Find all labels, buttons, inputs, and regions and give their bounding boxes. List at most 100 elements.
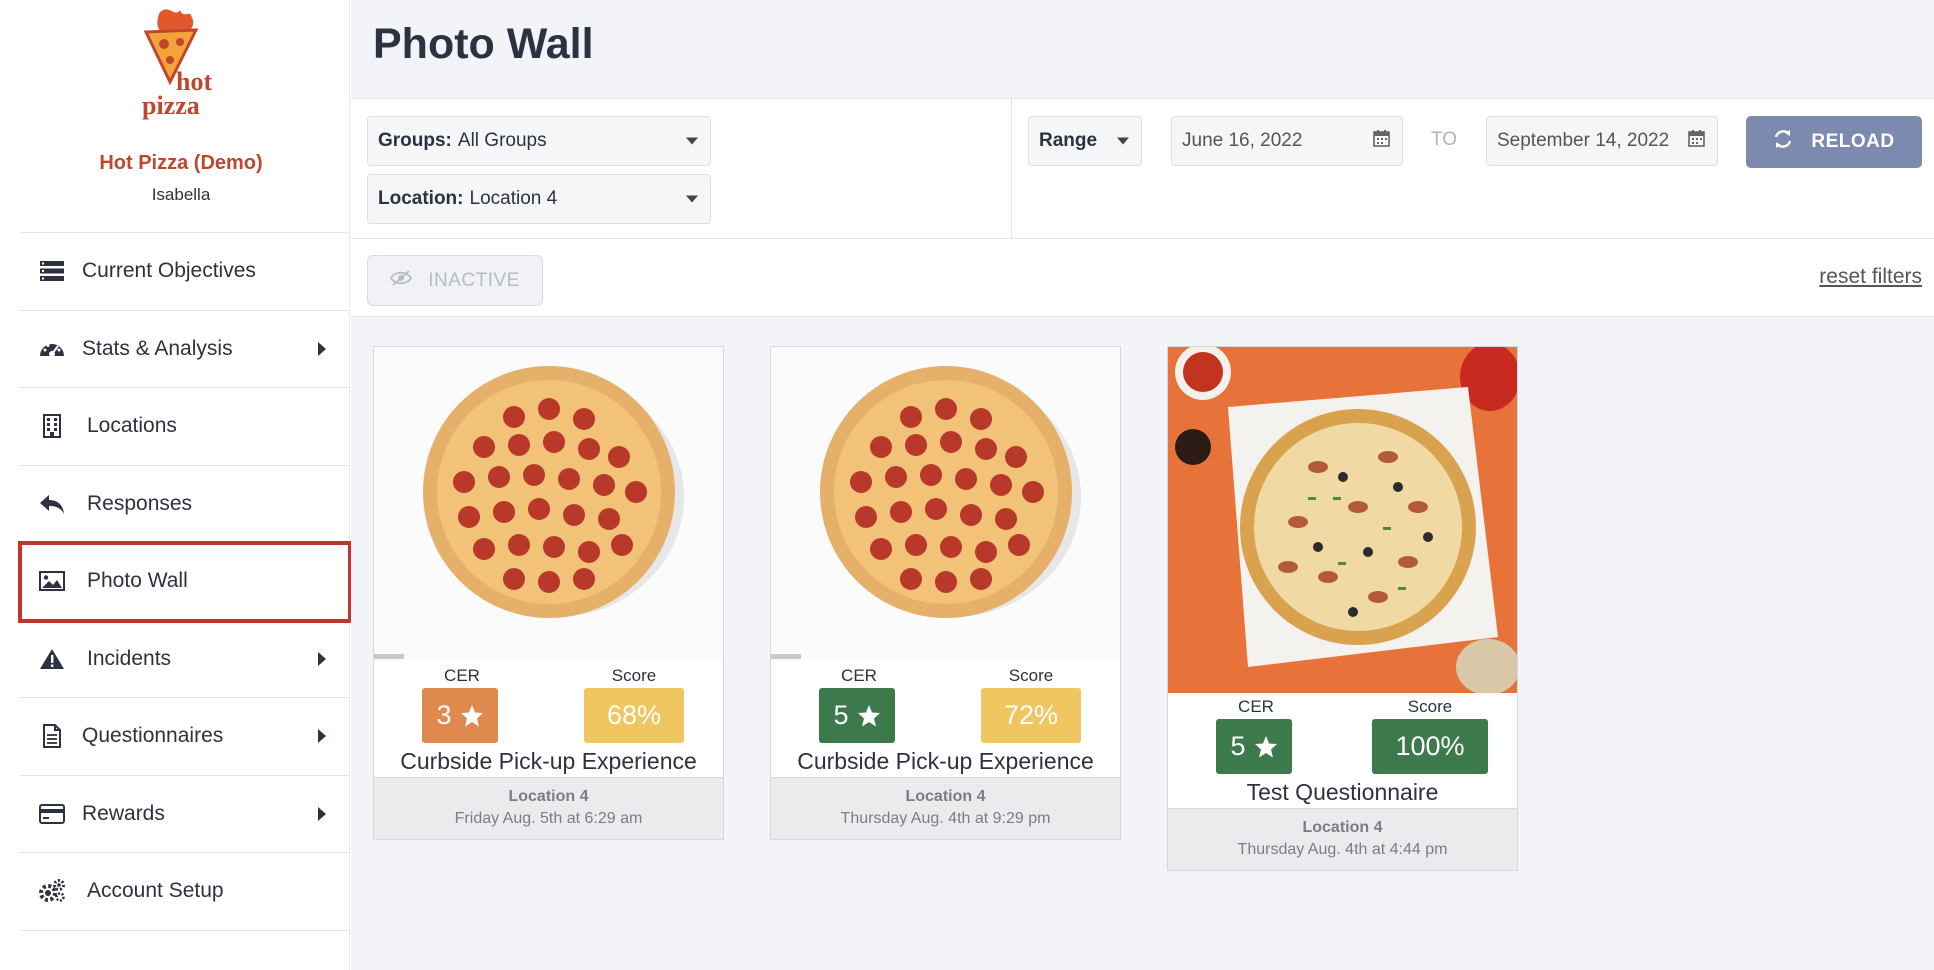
chevron-right-icon [318, 651, 326, 666]
score-badge: 68% [584, 688, 684, 743]
score-label: Score [611, 666, 657, 685]
star-icon [857, 704, 881, 727]
card-location: Location 4 [508, 788, 589, 805]
sidebar-item-questionnaires[interactable]: Questionnaires [20, 698, 350, 776]
reload-label: RELOAD [1811, 131, 1895, 152]
chevron-down-icon [686, 195, 698, 203]
chevron-right-icon [318, 341, 326, 356]
gears-icon [38, 878, 66, 904]
location-select-label: Location: [378, 188, 464, 209]
sidebar-item-label: Rewards [82, 801, 165, 825]
supreme-pizza-photo[interactable] [1168, 347, 1517, 693]
sidebar-nav: Current Objectives Stats & Analysis Loca… [18, 232, 352, 931]
warning-icon [38, 646, 66, 672]
groups-select-value: All Groups [457, 130, 547, 151]
list-icon [38, 258, 66, 284]
user-name: Isabella [151, 185, 211, 204]
groups-select-label: Groups: [378, 130, 452, 151]
card-footer: Location 4 Thursday Aug. 4th at 4:44 pm [1168, 808, 1517, 870]
range-select[interactable]: Range [1028, 116, 1142, 166]
range-select-label: Range [1039, 130, 1098, 151]
inactive-label: INACTIVE [428, 269, 520, 291]
reload-button[interactable]: RELOAD [1746, 116, 1922, 168]
refresh-icon [1773, 129, 1793, 155]
reply-icon [38, 491, 66, 517]
cer-value: 5 [833, 700, 849, 730]
photo-card[interactable]: CER 5 Score 100% Test Questionnaire Loca… [1167, 346, 1518, 871]
sidebar-item-label: Locations [87, 414, 177, 438]
pepperoni-pizza-photo[interactable] [374, 347, 723, 661]
cer-label: CER [1238, 697, 1274, 716]
questionnaire-title: Curbside Pick-up Experience [797, 748, 1094, 774]
score-label: Score [1407, 697, 1453, 716]
filter-actions-bar: INACTIVE reset filters [351, 239, 1934, 317]
hot-pizza-logo[interactable]: hot pizza [140, 4, 224, 120]
svg-text:pizza: pizza [142, 91, 200, 120]
pepperoni-pizza-photo[interactable] [771, 347, 1120, 661]
building-icon [38, 413, 66, 439]
sidebar-item-rewards[interactable]: Rewards [20, 776, 350, 853]
score-label: Score [1008, 666, 1054, 685]
questionnaire-title: Curbside Pick-up Experience [400, 748, 697, 774]
sidebar-item-stats-analysis[interactable]: Stats & Analysis [20, 311, 350, 388]
date-to-input[interactable]: September 14, 2022 [1486, 116, 1718, 166]
star-icon [460, 704, 484, 727]
sidebar-item-label: Responses [87, 491, 193, 515]
main-content: Photo Wall Groups: All Groups Location: … [351, 0, 1934, 970]
date-from-value: June 16, 2022 [1182, 130, 1303, 151]
groups-select[interactable]: Groups: All Groups [367, 116, 711, 166]
location-select-value: Location 4 [469, 188, 558, 209]
score-badge: 100% [1372, 719, 1488, 774]
sidebar-item-label: Current Objectives [82, 259, 256, 283]
location-select[interactable]: Location: Location 4 [367, 174, 711, 224]
sidebar: hot pizza Hot Pizza (Demo) Isabella Curr… [0, 0, 352, 970]
star-icon [1254, 735, 1278, 758]
cer-badge: 3 [422, 688, 498, 743]
score-badge: 72% [981, 688, 1081, 743]
cer-badge: 5 [819, 688, 895, 743]
chevron-right-icon [318, 806, 326, 821]
sidebar-item-account-setup[interactable]: Account Setup [20, 853, 350, 931]
sidebar-item-locations[interactable]: Locations [20, 388, 350, 466]
sidebar-item-photo-wall[interactable]: Photo Wall [18, 541, 352, 623]
cer-value: 3 [436, 700, 452, 730]
cer-value: 5 [1230, 731, 1246, 761]
sidebar-item-current-objectives[interactable]: Current Objectives [20, 233, 350, 311]
questionnaire-title: Test Questionnaire [1246, 779, 1439, 805]
filters-divider [1011, 99, 1012, 240]
date-range-separator: TO [1431, 129, 1458, 150]
chevron-right-icon [318, 729, 326, 744]
sidebar-item-label: Stats & Analysis [82, 336, 233, 360]
date-from-input[interactable]: June 16, 2022 [1171, 116, 1403, 166]
calendar-icon[interactable] [1688, 129, 1705, 153]
photo-card[interactable]: CER 3 Score 68% Curbside Pick-up Experie… [373, 346, 724, 840]
reset-filters-link[interactable]: reset filters [1819, 265, 1922, 289]
card-timestamp: Friday Aug. 5th at 6:29 am [454, 810, 643, 827]
photo-card[interactable]: CER 5 Score 72% Curbside Pick-up Experie… [770, 346, 1121, 840]
credit-card-icon [38, 801, 66, 827]
sidebar-item-label: Questionnaires [82, 724, 224, 748]
sidebar-item-incidents[interactable]: Incidents [20, 621, 350, 698]
cer-label: CER [841, 666, 877, 685]
dashboard-icon [38, 336, 66, 362]
document-icon [38, 723, 66, 749]
card-timestamp: Thursday Aug. 4th at 9:29 pm [840, 810, 1051, 827]
card-location: Location 4 [1302, 819, 1383, 836]
page-title: Photo Wall [373, 20, 594, 68]
filters-panel: Groups: All Groups Location: Location 4 … [351, 98, 1934, 240]
sidebar-item-responses[interactable]: Responses [20, 466, 350, 543]
card-location: Location 4 [905, 788, 986, 805]
sidebar-item-label: Account Setup [87, 879, 224, 903]
date-to-value: September 14, 2022 [1497, 130, 1670, 151]
calendar-icon[interactable] [1373, 129, 1390, 153]
eye-slash-icon [390, 269, 413, 292]
inactive-toggle-button[interactable]: INACTIVE [367, 255, 543, 306]
cer-label: CER [444, 666, 480, 685]
cer-badge: 5 [1216, 719, 1292, 774]
card-footer: Location 4 Thursday Aug. 4th at 9:29 pm [771, 777, 1120, 839]
chevron-down-icon [1117, 137, 1129, 145]
sidebar-item-label: Incidents [87, 646, 172, 670]
card-timestamp: Thursday Aug. 4th at 4:44 pm [1237, 841, 1448, 858]
org-name: Hot Pizza (Demo) [99, 152, 263, 174]
card-footer: Location 4 Friday Aug. 5th at 6:29 am [374, 777, 723, 839]
